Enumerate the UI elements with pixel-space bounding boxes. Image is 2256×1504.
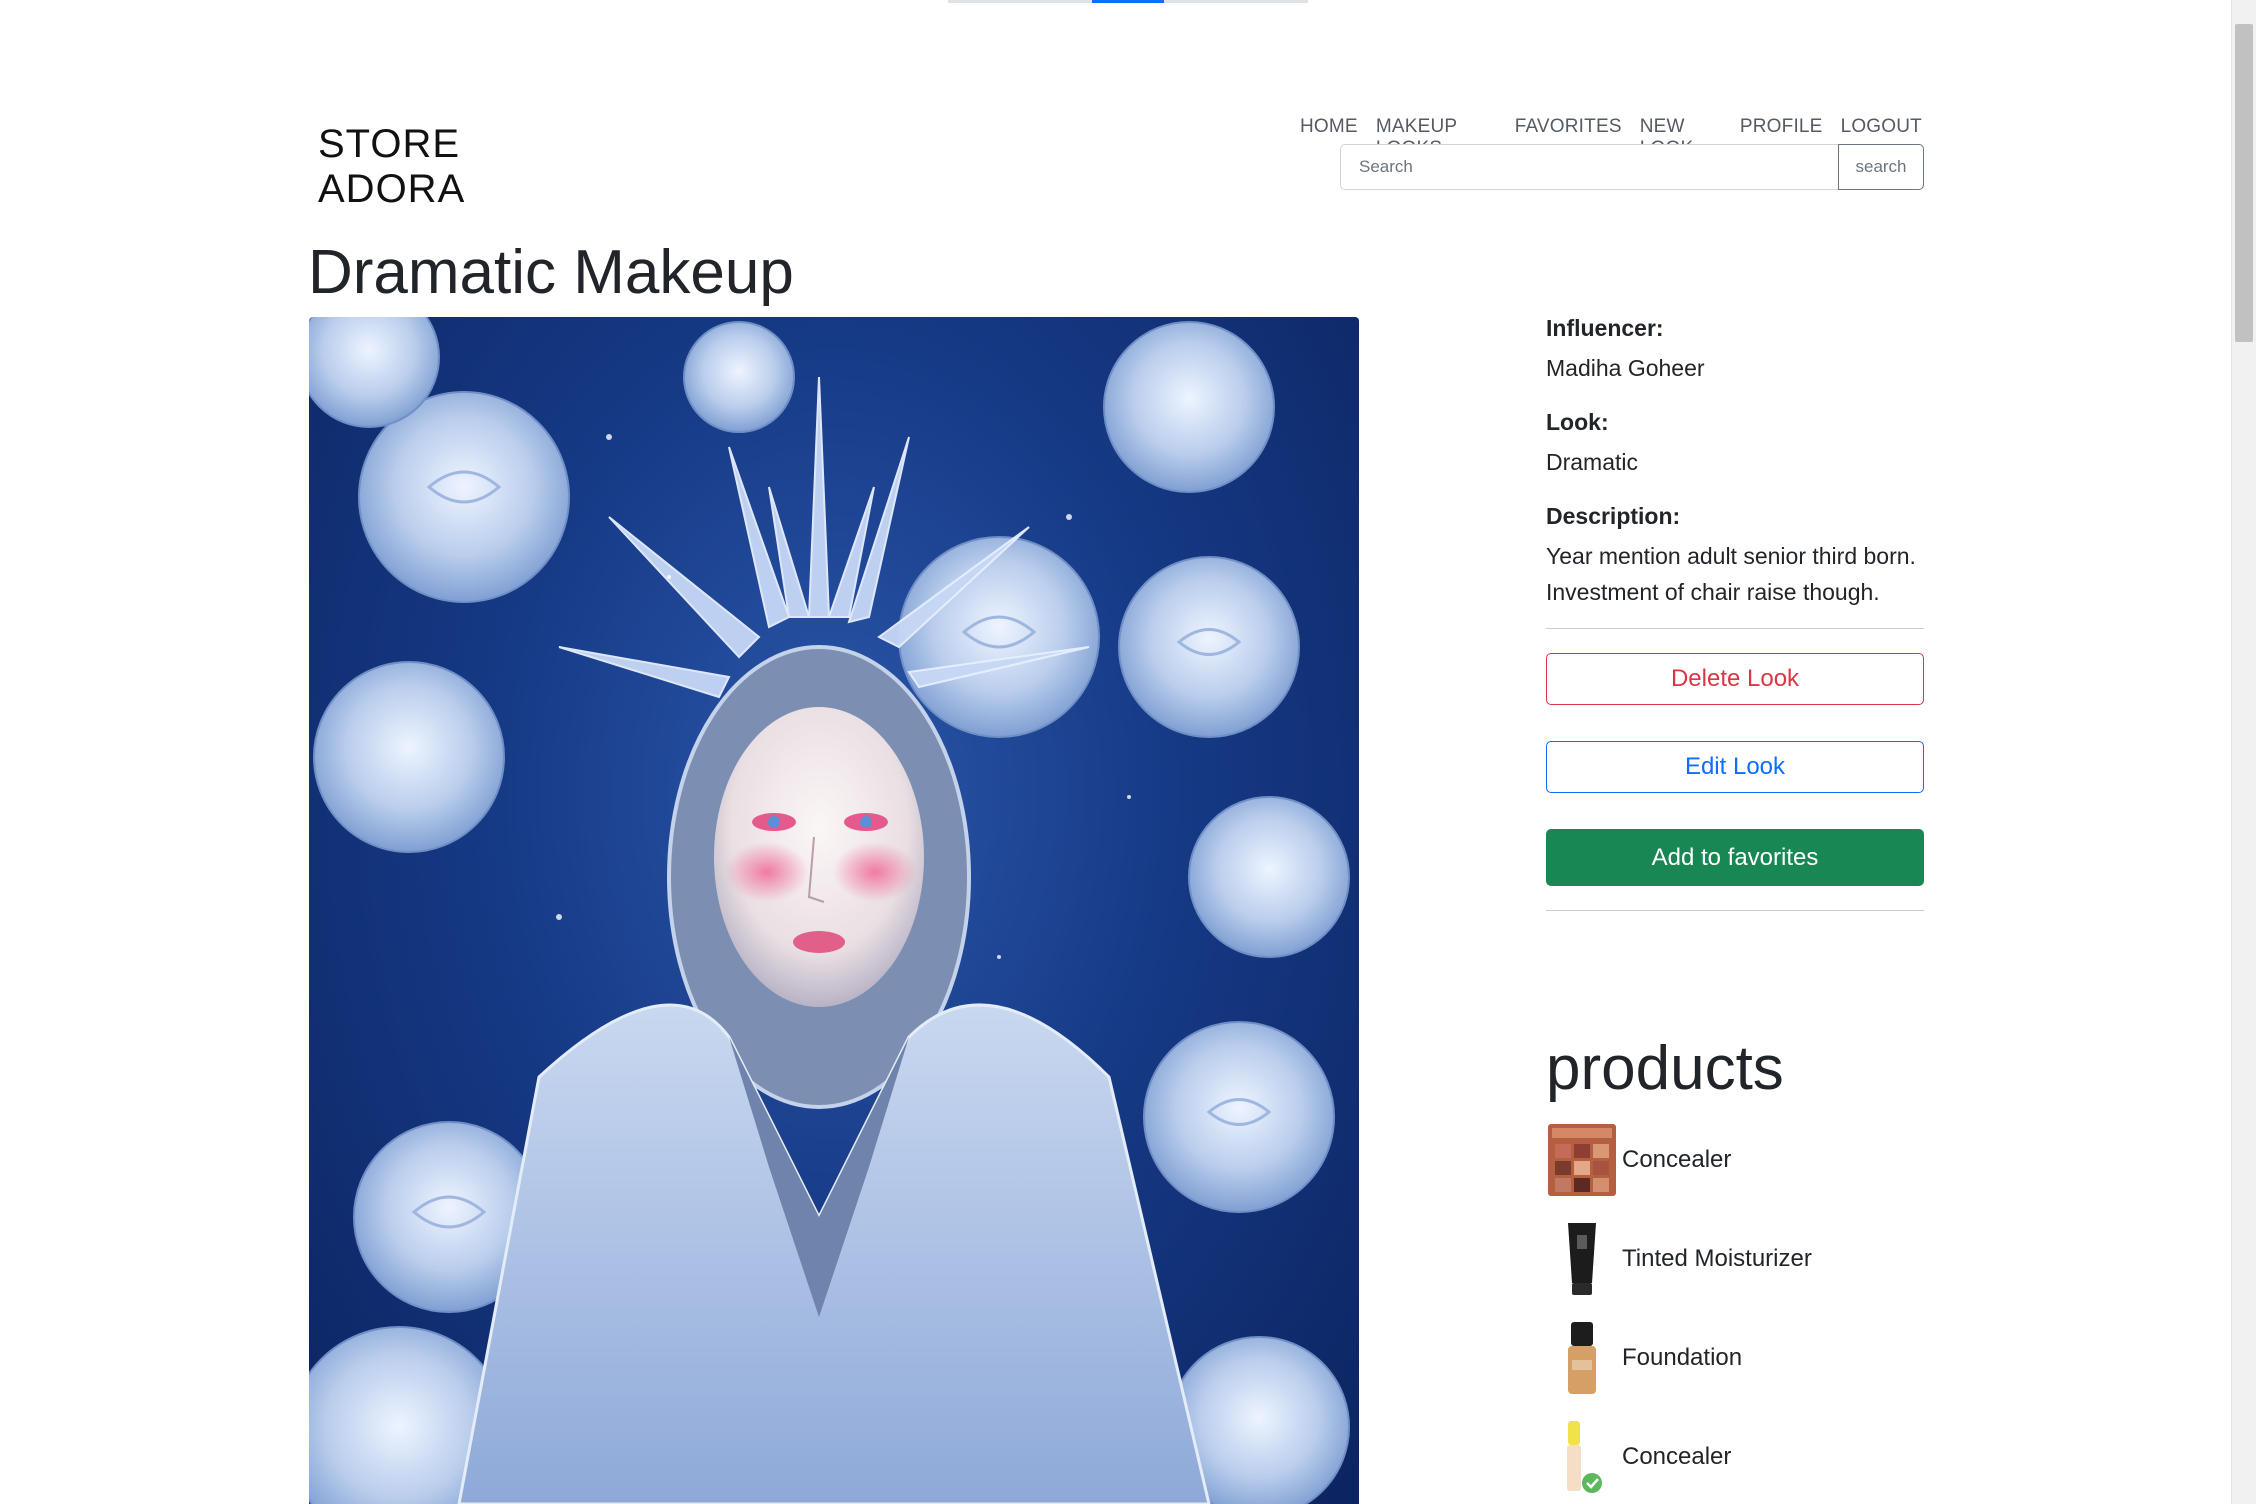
description-value: Year mention adult senior third born. In…	[1546, 543, 1916, 605]
edit-look-button[interactable]: Edit Look	[1546, 741, 1924, 793]
look-value: Dramatic	[1546, 449, 1639, 475]
influencer-label: Influencer:	[1546, 315, 1664, 341]
product-item[interactable]: Tinted Moisturizer	[1546, 1209, 1924, 1308]
moisturizer-tube-icon	[1568, 1222, 1596, 1295]
product-name: Concealer	[1622, 1442, 1732, 1470]
divider	[1546, 910, 1924, 911]
page-title: Dramatic Makeup	[308, 238, 794, 307]
description-label: Description:	[1546, 503, 1681, 529]
delete-look-button[interactable]: Delete Look	[1546, 653, 1924, 705]
scrollbar-thumb[interactable]	[2235, 24, 2253, 342]
product-name: Concealer	[1622, 1145, 1732, 1173]
product-name: Foundation	[1622, 1343, 1743, 1371]
product-item[interactable]: Concealer	[1546, 1110, 1924, 1209]
concealer-wand-icon	[1567, 1420, 1602, 1493]
brand-line-1: STORE	[318, 122, 461, 166]
product-item[interactable]: Concealer	[1546, 1407, 1924, 1504]
add-to-favorites-button[interactable]: Add to favorites	[1546, 829, 1924, 886]
product-name: Tinted Moisturizer	[1622, 1244, 1812, 1272]
look-details: Influencer: Madiha Goheer Look: Dramatic…	[1546, 312, 1924, 911]
search-form: search	[1340, 144, 1924, 190]
products-heading: products	[1546, 1034, 1784, 1103]
page: STORE ADORA HOME MAKEUP LOOKS FAVORITES …	[0, 0, 2256, 1504]
search-input[interactable]	[1340, 144, 1838, 190]
loading-indicator-fill	[1092, 0, 1164, 3]
loading-indicator	[948, 0, 1308, 3]
portrait-photo-icon	[309, 317, 1350, 1504]
search-button[interactable]: search	[1838, 144, 1924, 190]
influencer-value: Madiha Goheer	[1546, 355, 1705, 381]
product-item[interactable]: Foundation	[1546, 1308, 1924, 1407]
page-scrollbar[interactable]	[2231, 0, 2256, 1504]
brand-line-2: ADORA	[318, 167, 466, 211]
product-list: Concealer Tinted Moisturizer Foundation	[1546, 1110, 1924, 1504]
look-image	[309, 317, 1359, 1504]
brand-logo[interactable]: STORE ADORA	[318, 122, 466, 212]
look-label: Look:	[1546, 409, 1609, 435]
eyeshadow-palette-icon	[1548, 1123, 1616, 1196]
foundation-bottle-icon	[1568, 1321, 1596, 1394]
